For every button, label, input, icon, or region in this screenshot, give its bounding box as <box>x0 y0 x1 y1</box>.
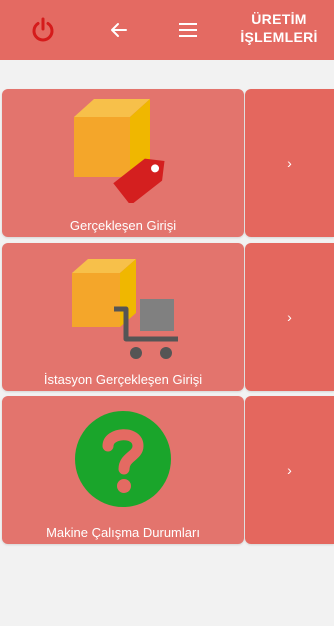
power-button[interactable] <box>25 12 61 48</box>
page-title-line2: İŞLEMLERİ <box>240 29 318 45</box>
back-button[interactable] <box>101 12 137 48</box>
arrow-left-icon <box>111 23 127 37</box>
menu-item-label: İstasyon Gerçekleşen Girişi <box>43 372 203 387</box>
app-header: ÜRETİM İŞLEMLERİ <box>0 0 334 60</box>
menu-item-label: Makine Çalışma Durumları <box>46 525 200 540</box>
box-tag-icon <box>74 99 165 203</box>
page-title-line1: ÜRETİM <box>251 11 307 27</box>
box-cart-icon <box>72 259 178 359</box>
question-circle-icon <box>75 411 171 507</box>
menu-button[interactable] <box>170 12 206 48</box>
menu-item-makine-calisma-durumlari-open-button[interactable]: › <box>245 396 334 544</box>
chevron-right-icon: › <box>287 462 292 478</box>
page-title: ÜRETİM İŞLEMLERİ <box>234 10 324 46</box>
power-icon <box>32 17 54 42</box>
menu-item-makine-calisma-durumlari[interactable]: Makine Çalışma Durumları <box>2 396 244 544</box>
menu-item-gerceklesen-girisi-open-button[interactable]: › <box>245 89 334 237</box>
menu-item-istasyon-gerceklesen-girisi-open-button[interactable]: › <box>245 243 334 391</box>
menu-item-label: Gerçekleşen Girişi <box>69 218 177 233</box>
menu-item-gerceklesen-girisi[interactable]: Gerçekleşen Girişi <box>2 89 244 237</box>
chevron-right-icon: › <box>287 155 292 171</box>
chevron-right-icon: › <box>287 309 292 325</box>
hamburger-menu-icon <box>179 23 197 37</box>
menu-item-istasyon-gerceklesen-girisi[interactable]: İstasyon Gerçekleşen Girişi <box>2 243 244 391</box>
